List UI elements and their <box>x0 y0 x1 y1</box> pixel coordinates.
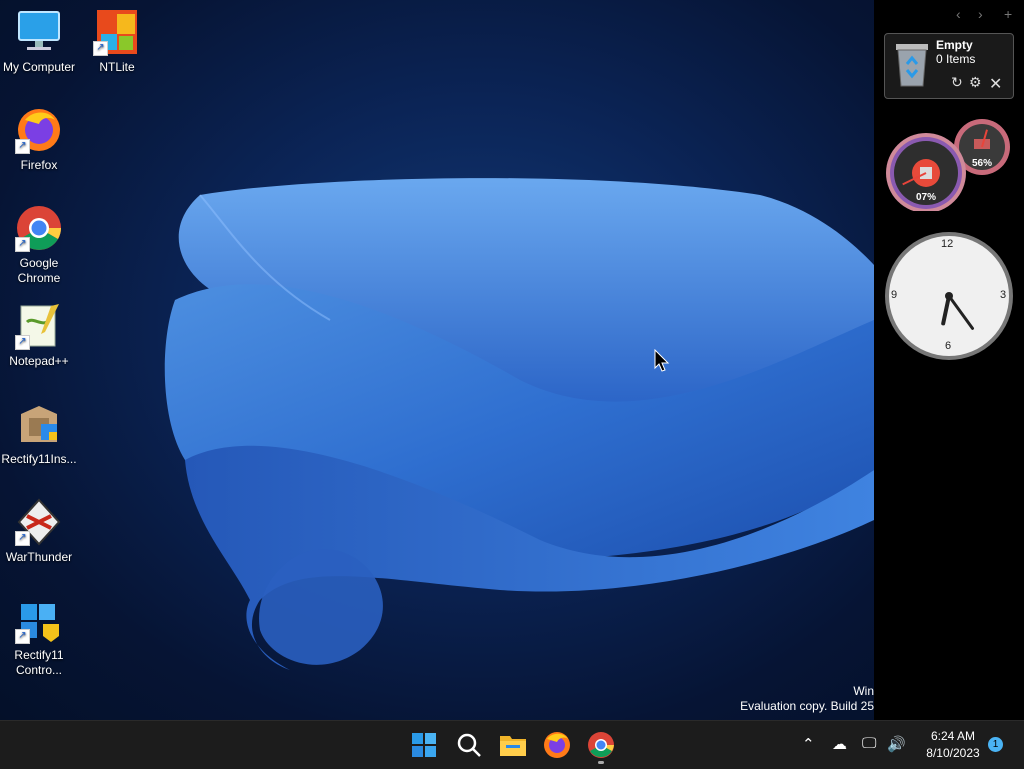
desktop-icon-rectify11-installer[interactable]: Rectify11Ins... <box>0 400 78 467</box>
shortcut-arrow-icon: ↗ <box>15 237 30 252</box>
running-indicator <box>598 761 604 764</box>
watermark-line-1: Win <box>853 684 874 698</box>
desktop-icon-my-computer[interactable]: My Computer <box>0 8 78 75</box>
start-button[interactable] <box>409 730 439 760</box>
desktop-icon-warthunder[interactable]: ↗ WarThunder <box>0 498 78 565</box>
clock-numeral-6: 6 <box>945 340 952 352</box>
firefox-icon: ↗ <box>15 106 63 154</box>
desktop-icon-ntlite[interactable]: ↗ NTLite <box>78 8 156 75</box>
icon-label: Google Chrome <box>17 256 61 285</box>
desktop[interactable]: My Computer ↗ NTLite ↗ Firefox ↗ Google … <box>0 0 874 720</box>
icon-label: Rectify11 Contro... <box>14 648 64 677</box>
clock-numeral-3: 3 <box>1000 289 1007 301</box>
clock-numeral-9: 9 <box>891 289 898 301</box>
analog-clock-gadget[interactable]: 12 3 6 9 <box>883 230 1015 362</box>
firefox-icon <box>544 732 570 758</box>
icon-label: My Computer <box>2 60 76 74</box>
rectify11-installer-icon <box>15 400 63 448</box>
taskbar-clock-time[interactable]: 6:24 AM <box>918 729 988 743</box>
taskbar-clock-date[interactable]: 8/10/2023 <box>918 746 988 760</box>
warthunder-icon: ↗ <box>15 498 63 546</box>
desktop-icon-notepad-plus-plus[interactable]: ↗ Notepad++ <box>0 302 78 369</box>
shortcut-arrow-icon: ↗ <box>15 335 30 350</box>
file-explorer-button[interactable] <box>498 730 528 760</box>
volume-icon[interactable]: 🔊 <box>887 735 906 753</box>
shortcut-arrow-icon: ↗ <box>15 629 30 644</box>
gadget-sidebar: ‹ › + Empty 0 Items ↻ ⚙ ✕ 56% 07% 12 3 6… <box>874 0 1024 720</box>
windows-logo-icon <box>412 733 436 757</box>
mouse-cursor-icon <box>654 349 670 372</box>
sidebar-back-button[interactable]: ‹ <box>956 6 961 22</box>
cpu-meter-gadget[interactable]: 56% 07% <box>884 117 1020 213</box>
clock-numeral-12: 12 <box>941 238 954 250</box>
network-icon[interactable]: 🖵 <box>862 735 876 752</box>
sidebar-add-gadget-button[interactable]: + <box>1004 6 1012 22</box>
taskbar: ⌃ ☁ 🖵 🔊 6:24 AM 8/10/2023 1 <box>0 720 1024 769</box>
computer-icon <box>15 8 63 56</box>
desktop-icon-rectify11-control[interactable]: ↗ Rectify11 Contro... <box>0 596 78 678</box>
chrome-icon <box>588 732 614 758</box>
search-button[interactable] <box>454 730 484 760</box>
notepad-plus-plus-icon: ↗ <box>15 302 63 350</box>
show-hidden-icons-button[interactable]: ⌃ <box>802 735 815 753</box>
icon-label: NTLite <box>99 60 135 74</box>
cpu-percent: 07% <box>916 192 937 203</box>
chrome-taskbar-button[interactable] <box>586 730 616 764</box>
search-icon <box>457 733 481 757</box>
wallpaper-bloom <box>164 178 874 670</box>
recycle-bin-icon <box>896 44 928 87</box>
shortcut-arrow-icon: ↗ <box>93 41 108 56</box>
settings-icon[interactable]: ⚙ <box>969 74 982 91</box>
watermark-line-2: Evaluation copy. Build 25 <box>740 699 874 713</box>
recycle-bin-status: Empty <box>936 38 973 52</box>
notification-center-badge[interactable]: 1 <box>988 737 1003 752</box>
icon-label: WarThunder <box>5 550 73 564</box>
evaluation-watermark: Win Evaluation copy. Build 25 <box>574 684 874 714</box>
icon-label: Rectify11Ins... <box>1 452 77 466</box>
icon-label: Notepad++ <box>9 354 69 368</box>
refresh-icon[interactable]: ↻ <box>951 74 963 91</box>
ntlite-icon: ↗ <box>93 8 141 56</box>
recycle-bin-gadget[interactable]: Empty 0 Items ↻ ⚙ ✕ <box>884 33 1014 99</box>
chrome-icon: ↗ <box>15 204 63 252</box>
rectify11-control-icon: ↗ <box>15 596 63 644</box>
desktop-icon-google-chrome[interactable]: ↗ Google Chrome <box>0 204 78 286</box>
shortcut-arrow-icon: ↗ <box>15 139 30 154</box>
icon-label: Firefox <box>20 158 58 172</box>
folder-icon <box>500 736 526 756</box>
memory-percent: 56% <box>972 158 993 169</box>
sidebar-forward-button[interactable]: › <box>978 6 983 22</box>
recycle-bin-count: 0 Items <box>936 52 976 66</box>
firefox-taskbar-button[interactable] <box>542 730 572 760</box>
close-icon[interactable]: ✕ <box>989 74 1002 94</box>
shortcut-arrow-icon: ↗ <box>15 531 30 546</box>
desktop-icon-firefox[interactable]: ↗ Firefox <box>0 106 78 173</box>
onedrive-offline-icon[interactable]: ☁ <box>832 735 847 753</box>
